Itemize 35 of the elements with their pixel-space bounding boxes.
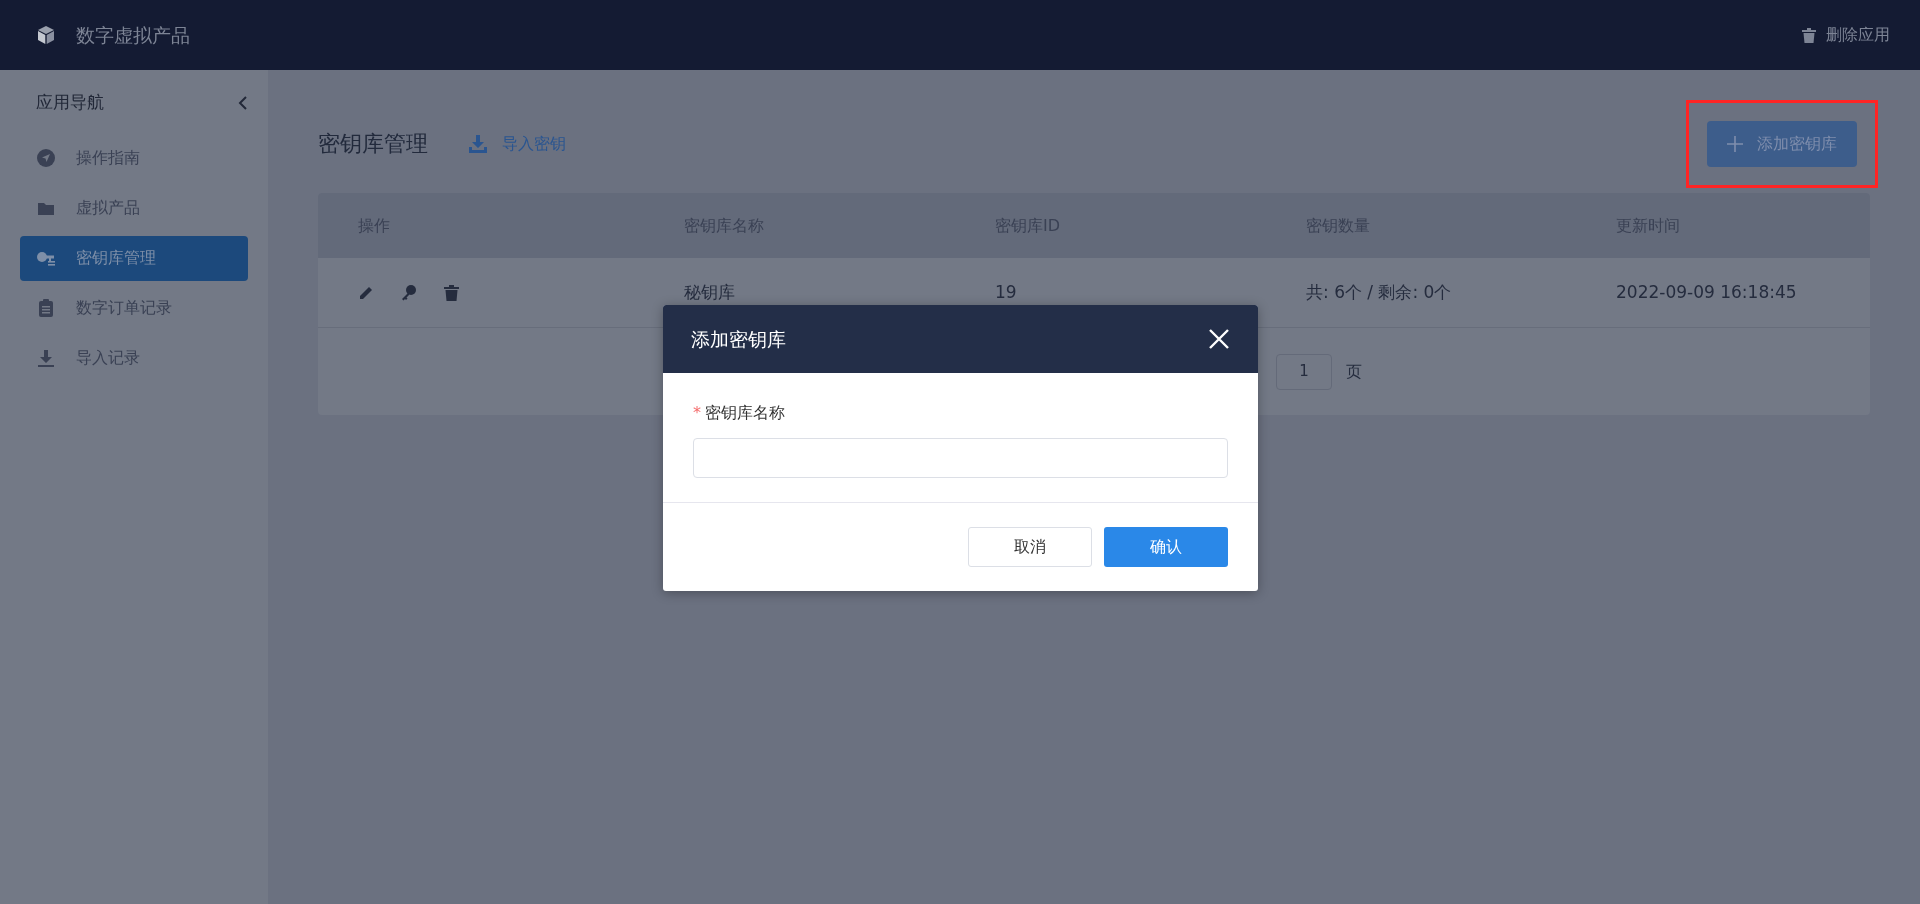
guide-icon	[36, 148, 56, 168]
page-number-field[interactable]: 1	[1276, 353, 1332, 390]
clipboard-icon	[36, 298, 56, 318]
import-keys-link[interactable]: 导入密钥	[468, 131, 566, 156]
download-icon	[36, 348, 56, 368]
key-icon[interactable]	[400, 283, 418, 302]
pencil-icon[interactable]	[358, 284, 374, 301]
chevron-left-icon[interactable]	[238, 94, 248, 111]
trash-icon[interactable]	[444, 284, 459, 301]
page-title: 密钥库管理	[318, 130, 428, 158]
table-cell-text: 19	[994, 280, 1018, 304]
plus-icon	[1727, 135, 1743, 152]
delete-app-link[interactable]: 删除应用	[1802, 23, 1890, 47]
required-mark: *	[693, 402, 701, 424]
page-unit: 页	[1346, 360, 1362, 383]
sidebar-item[interactable]: 导入记录	[20, 335, 248, 381]
download-icon	[468, 133, 488, 154]
close-button[interactable]	[1208, 328, 1230, 350]
table-cell-text: 秘钥库	[683, 280, 736, 304]
sidebar-item[interactable]: 虚拟产品	[20, 185, 248, 231]
trash-icon	[1802, 27, 1816, 43]
sidebar-item[interactable]: 数字订单记录	[20, 285, 248, 331]
table-cell-text: 共: 6个 / 剩余: 0个	[1305, 280, 1453, 304]
vault-name-input[interactable]	[693, 438, 1228, 478]
sidebar-heading: 应用导航	[35, 91, 105, 114]
cancel-button[interactable]: 取消	[968, 527, 1092, 567]
sidebar-item[interactable]: 密钥库管理	[20, 235, 248, 281]
add-vault-button[interactable]: 添加密钥库	[1707, 120, 1857, 167]
app-title: 数字虚拟产品	[76, 22, 190, 48]
field-label: 密钥库名称	[705, 402, 785, 424]
cube-icon	[36, 25, 56, 45]
table-cell-text: 2022-09-09 16:18:45	[1615, 280, 1798, 304]
dialog-title: 添加密钥库	[691, 326, 786, 352]
sidebar-item[interactable]: 操作指南	[20, 135, 248, 181]
confirm-button[interactable]: 确认	[1104, 527, 1228, 567]
